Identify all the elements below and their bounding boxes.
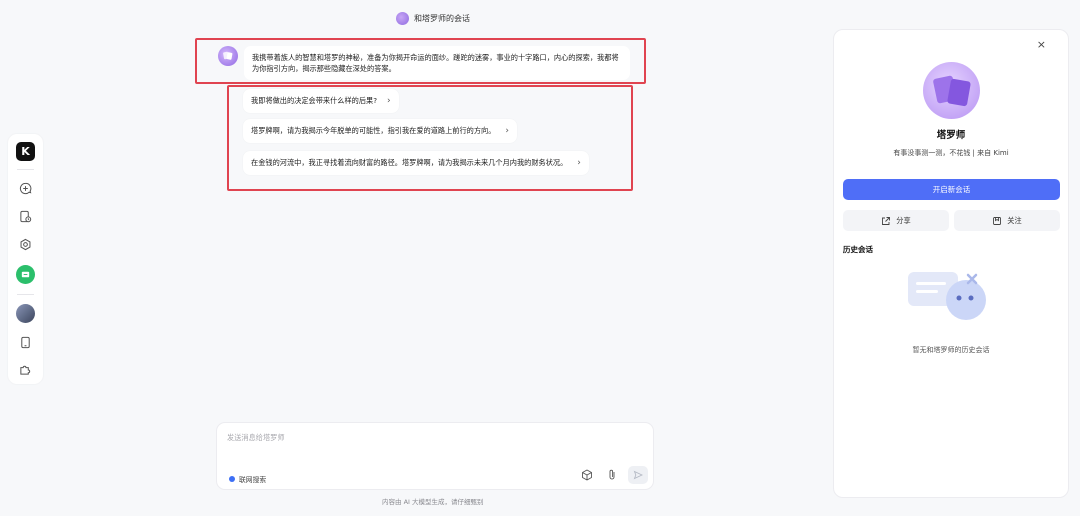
- share-button[interactable]: 分享: [843, 210, 949, 231]
- left-sidebar: K: [8, 134, 43, 384]
- net-search-label: 联网搜索: [239, 476, 267, 484]
- mobile-icon[interactable]: [16, 333, 35, 352]
- bookmark-icon: [993, 216, 1002, 225]
- share-label: 分享: [896, 215, 911, 225]
- kimi-logo[interactable]: K: [16, 142, 35, 161]
- follow-label: 关注: [1007, 215, 1022, 225]
- agent-info-panel: × 塔罗师 有事没事测一测，不花钱 | 来自 Kimi 开启新会话 分享 关注 …: [833, 29, 1069, 498]
- tarot-avatar: [923, 62, 980, 119]
- attachment-icon[interactable]: [604, 467, 620, 483]
- avatar[interactable]: [16, 304, 35, 323]
- highlight-box-message: [195, 38, 646, 84]
- net-search-toggle[interactable]: 联网搜索: [229, 474, 266, 484]
- rail-divider: [17, 169, 34, 170]
- disclaimer-text: 内容由 AI 大模型生成，请仔细甄别: [382, 498, 484, 506]
- agent-description: 有事没事测一测，不花钱 | 来自 Kimi: [893, 149, 1009, 157]
- globe-icon: [229, 476, 235, 482]
- highlight-box-suggestions: [227, 85, 633, 191]
- share-icon: [882, 216, 891, 225]
- chat-header: 和塔罗师的会话: [396, 10, 470, 26]
- agent-name: 塔罗师: [936, 130, 966, 141]
- send-button[interactable]: [628, 466, 648, 484]
- history-icon[interactable]: [16, 207, 35, 226]
- new-chat-icon[interactable]: [16, 179, 35, 198]
- chat-title: 和塔罗师的会话: [414, 13, 470, 23]
- follow-button[interactable]: 关注: [954, 210, 1060, 231]
- cube-icon[interactable]: [579, 467, 595, 483]
- rail-divider: [17, 294, 34, 295]
- logo-glyph: K: [21, 145, 30, 158]
- empty-history-text: 暂无和塔罗师的历史会话: [912, 346, 990, 354]
- kimi-plus-icon[interactable]: [16, 265, 35, 284]
- history-section-title: 历史会话: [843, 245, 873, 254]
- explore-icon[interactable]: [16, 235, 35, 254]
- plugin-icon[interactable]: [16, 360, 35, 379]
- tarot-avatar-icon: [396, 11, 409, 25]
- empty-history-illustration: [908, 272, 986, 320]
- message-input-box[interactable]: 发送消息给塔罗师 联网搜索: [216, 422, 654, 490]
- tarot-card-shape: [946, 78, 972, 107]
- close-icon[interactable]: ×: [1037, 38, 1046, 51]
- new-chat-button[interactable]: 开启新会话: [843, 179, 1060, 200]
- message-input[interactable]: 发送消息给塔罗师: [227, 433, 285, 443]
